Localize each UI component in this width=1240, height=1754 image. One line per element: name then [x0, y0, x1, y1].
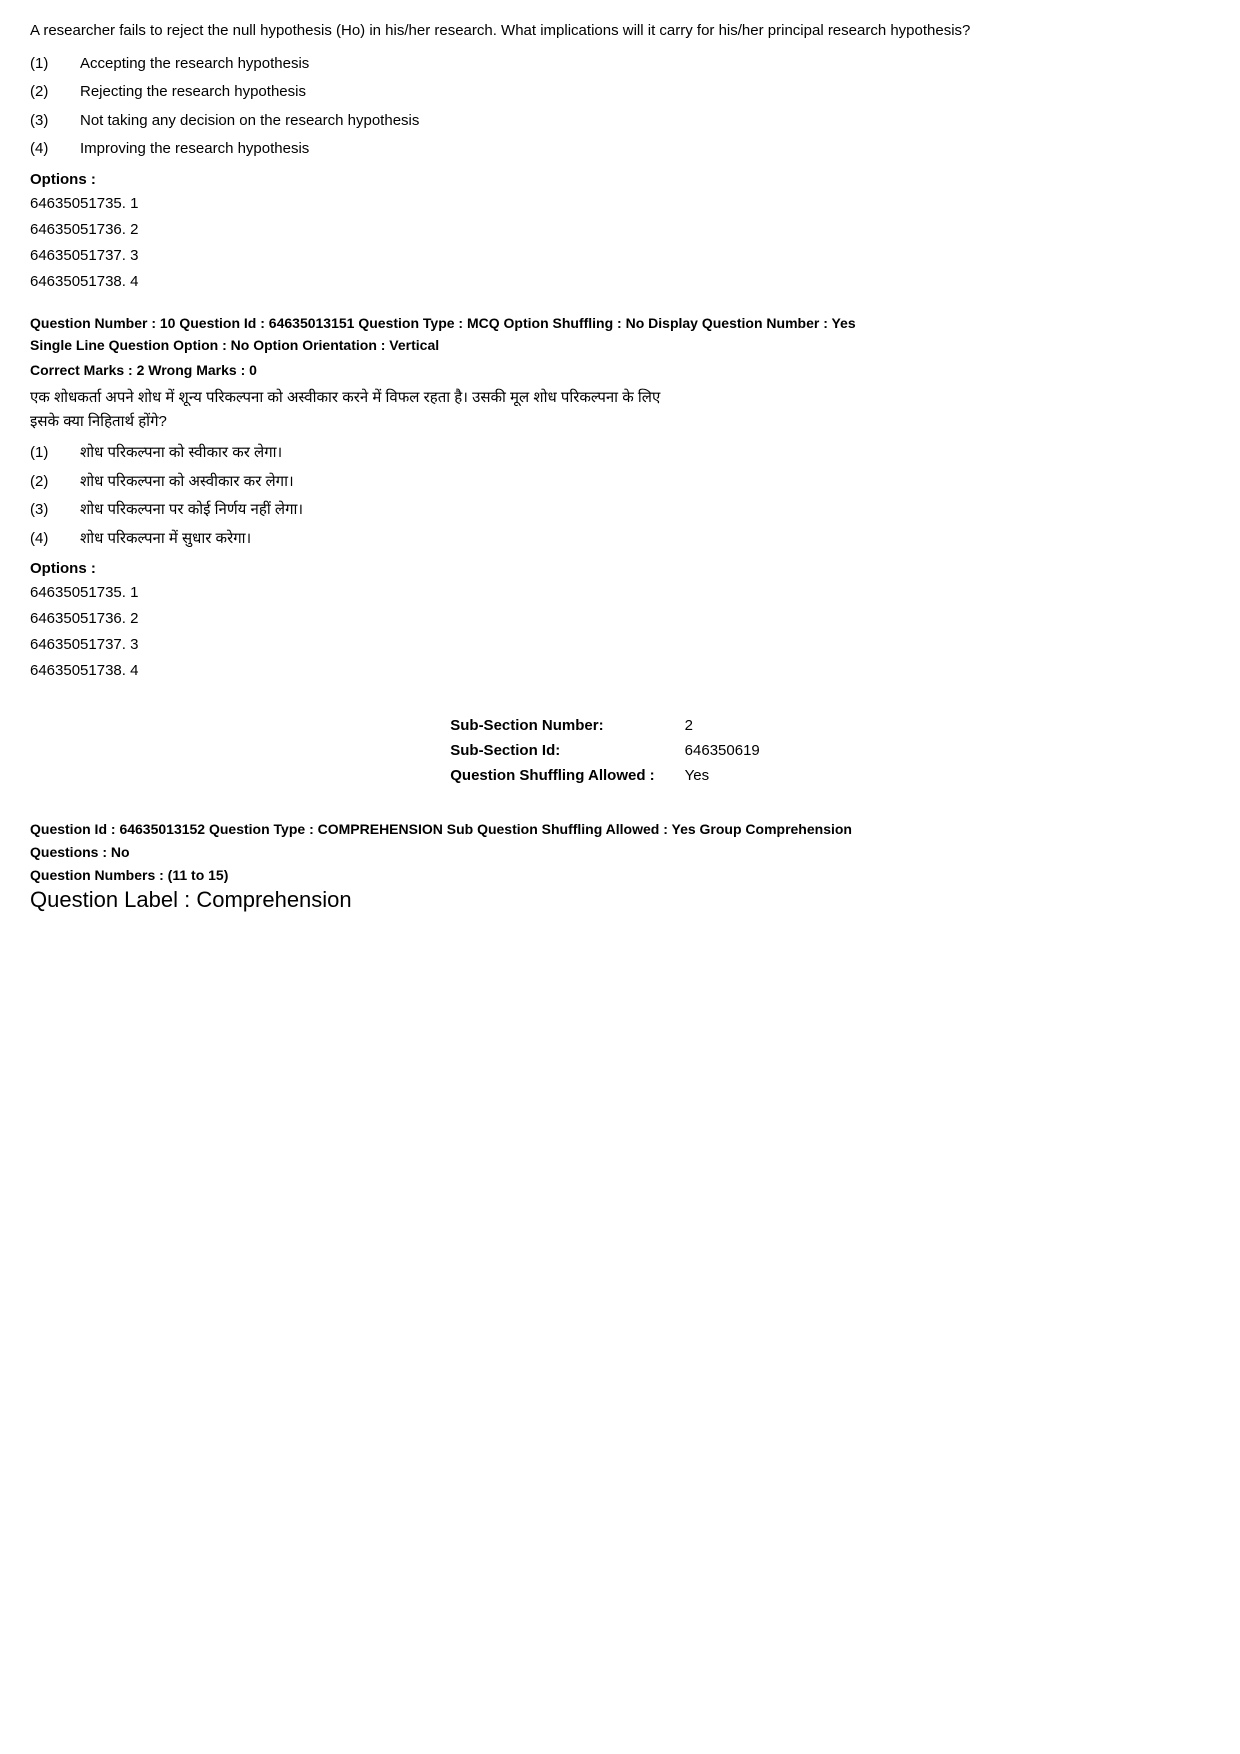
subsection-number-label: Sub-Section Number: [450, 713, 684, 738]
english-code-2: 64635051736. 2 [30, 218, 1210, 242]
hindi-options-label: Options : [30, 560, 1210, 577]
question10-meta-block: Question Number : 10 Question Id : 64635… [30, 312, 1210, 357]
question-shuffling-row: Question Shuffling Allowed : Yes [450, 763, 790, 788]
comprehension-meta-line2: Questions : No [30, 841, 1210, 863]
question10-meta-line2: Single Line Question Option : No Option … [30, 334, 1210, 356]
english-code-1: 64635051735. 1 [30, 192, 1210, 216]
question-shuffling-label: Question Shuffling Allowed : [450, 763, 684, 788]
question10-meta-line1: Question Number : 10 Question Id : 64635… [30, 312, 1210, 334]
subsection-id-row: Sub-Section Id: 646350619 [450, 738, 790, 763]
english-options-label: Options : [30, 171, 1210, 188]
hindi-code-4: 64635051738. 4 [30, 659, 1210, 683]
subsection-number-row: Sub-Section Number: 2 [450, 713, 790, 738]
english-question-text: A researcher fails to reject the null hy… [30, 20, 1210, 43]
hindi-option-num-1: (1) [30, 442, 80, 465]
english-options-list: (1) Accepting the research hypothesis (2… [30, 53, 1210, 161]
option-num-4: (4) [30, 138, 80, 161]
hindi-options-list: (1) शोध परिकल्पना को स्वीकार कर लेगा। (2… [30, 442, 1210, 550]
hindi-option-text-1: शोध परिकल्पना को स्वीकार कर लेगा। [80, 442, 282, 465]
hindi-option-3: (3) शोध परिकल्पना पर कोई निर्णय नहीं लेग… [30, 499, 1210, 522]
hindi-option-num-4: (4) [30, 528, 80, 551]
comprehension-meta-block: Question Id : 64635013152 Question Type … [30, 818, 1210, 863]
option-text-3: Not taking any decision on the research … [80, 110, 419, 133]
comprehension-meta-line1: Question Id : 64635013152 Question Type … [30, 818, 1210, 840]
option-num-3: (3) [30, 110, 80, 133]
english-code-3: 64635051737. 3 [30, 244, 1210, 268]
hindi-question-block: एक शोधकर्ता अपने शोध में शून्य परिकल्पना… [30, 386, 1210, 683]
hindi-question-line1: एक शोधकर्ता अपने शोध में शून्य परिकल्पना… [30, 389, 660, 406]
hindi-code-2: 64635051736. 2 [30, 607, 1210, 631]
question-label-value: Comprehension [196, 887, 351, 912]
english-option-4: (4) Improving the research hypothesis [30, 138, 1210, 161]
english-option-2: (2) Rejecting the research hypothesis [30, 81, 1210, 104]
subsection-id-label: Sub-Section Id: [450, 738, 684, 763]
hindi-code-1: 64635051735. 1 [30, 581, 1210, 605]
hindi-question-text: एक शोधकर्ता अपने शोध में शून्य परिकल्पना… [30, 386, 1210, 434]
english-option-1: (1) Accepting the research hypothesis [30, 53, 1210, 76]
hindi-option-num-3: (3) [30, 499, 80, 522]
option-text-2: Rejecting the research hypothesis [80, 81, 306, 104]
english-code-4: 64635051738. 4 [30, 270, 1210, 294]
hindi-question-line2: इसके क्या निहितार्थ होंगे? [30, 413, 167, 430]
hindi-option-4: (4) शोध परिकल्पना में सुधार करेगा। [30, 528, 1210, 551]
hindi-option-2: (2) शोध परिकल्पना को अस्वीकार कर लेगा। [30, 471, 1210, 494]
english-question-block: A researcher fails to reject the null hy… [30, 20, 1210, 294]
correct-marks: Correct Marks : 2 Wrong Marks : 0 [30, 362, 1210, 378]
question-label-line: Question Label : Comprehension [30, 887, 1210, 913]
option-num-1: (1) [30, 53, 80, 76]
question-numbers-label: Question Numbers : (11 to 15) [30, 867, 1210, 883]
subsection-table: Sub-Section Number: 2 Sub-Section Id: 64… [450, 713, 790, 788]
question-label-prefix: Question Label : [30, 887, 196, 912]
english-question-content: A researcher fails to reject the null hy… [30, 22, 970, 39]
hindi-option-num-2: (2) [30, 471, 80, 494]
hindi-code-3: 64635051737. 3 [30, 633, 1210, 657]
option-text-4: Improving the research hypothesis [80, 138, 309, 161]
subsection-number-value: 2 [685, 713, 790, 738]
english-option-3: (3) Not taking any decision on the resea… [30, 110, 1210, 133]
question-shuffling-value: Yes [685, 763, 790, 788]
hindi-option-1: (1) शोध परिकल्पना को स्वीकार कर लेगा। [30, 442, 1210, 465]
option-text-1: Accepting the research hypothesis [80, 53, 309, 76]
hindi-option-text-2: शोध परिकल्पना को अस्वीकार कर लेगा। [80, 471, 294, 494]
hindi-option-text-3: शोध परिकल्पना पर कोई निर्णय नहीं लेगा। [80, 499, 303, 522]
option-num-2: (2) [30, 81, 80, 104]
subsection-id-value: 646350619 [685, 738, 790, 763]
hindi-option-text-4: शोध परिकल्पना में सुधार करेगा। [80, 528, 251, 551]
